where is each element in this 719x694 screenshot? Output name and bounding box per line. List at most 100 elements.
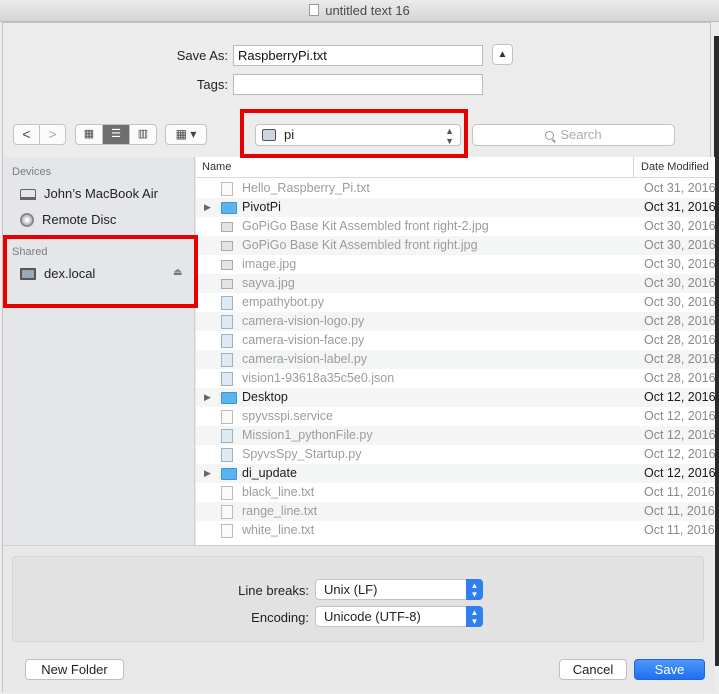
- disclosure-triangle-icon[interactable]: ▶: [204, 464, 211, 483]
- cancel-button[interactable]: Cancel: [559, 659, 627, 680]
- search-placeholder: Search: [560, 127, 602, 142]
- text-file-icon: [221, 486, 233, 500]
- line-breaks-value: Unix (LF): [324, 582, 378, 597]
- column-header-name[interactable]: Name: [202, 157, 231, 178]
- search-icon: [545, 131, 555, 140]
- updown-arrows-icon: ▲ ▼: [466, 579, 483, 600]
- python-file-icon: [221, 353, 233, 367]
- file-name: spyvsspi.service: [242, 409, 333, 423]
- file-date: Oct 11, 2016: [644, 504, 715, 518]
- folder-row[interactable]: ▶ PivotPi Oct 31, 2016: [196, 198, 715, 217]
- image-file-icon: [221, 222, 233, 232]
- file-date: Oct 28, 2016: [644, 333, 715, 347]
- icon-view-icon[interactable]: ▦: [76, 125, 103, 144]
- file-name: camera-vision-face.py: [242, 333, 365, 347]
- python-file-icon: [221, 334, 233, 348]
- file-date: Oct 28, 2016: [644, 371, 715, 385]
- file-date: Oct 11, 2016: [644, 485, 715, 499]
- sidebar-item-macbook[interactable]: John’s MacBook Air: [20, 184, 158, 204]
- arrange-button[interactable]: ▦ ▾: [165, 124, 207, 145]
- file-row[interactable]: black_line.txt Oct 11, 2016: [196, 483, 715, 502]
- file-row[interactable]: camera-vision-logo.py Oct 28, 2016: [196, 312, 715, 331]
- file-row[interactable]: sayva.jpg Oct 30, 2016: [196, 274, 715, 293]
- file-date: Oct 12, 2016: [644, 428, 715, 442]
- file-date: Oct 30, 2016: [644, 295, 715, 309]
- document-icon: [309, 4, 320, 16]
- file-name: camera-vision-label.py: [242, 352, 368, 366]
- disc-icon: [20, 213, 34, 227]
- file-row[interactable]: empathybot.py Oct 30, 2016: [196, 293, 715, 312]
- tags-field[interactable]: [233, 74, 483, 95]
- file-row[interactable]: image.jpg Oct 30, 2016: [196, 255, 715, 274]
- save-as-field[interactable]: RaspberryPi.txt: [233, 45, 483, 66]
- file-row[interactable]: spyvsspi.service Oct 12, 2016: [196, 407, 715, 426]
- image-file-icon: [221, 279, 233, 289]
- file-row[interactable]: white_line.txt Oct 11, 2016: [196, 521, 715, 540]
- column-header-date[interactable]: Date Modified: [633, 157, 715, 178]
- window-title: untitled text 16: [325, 3, 410, 18]
- list-view-icon[interactable]: ☰: [103, 125, 130, 144]
- file-date: Oct 12, 2016: [644, 409, 715, 423]
- file-name: GoPiGo Base Kit Assembled front right.jp…: [242, 238, 478, 252]
- file-row[interactable]: SpyvsSpy_Startup.py Oct 12, 2016: [196, 445, 715, 464]
- file-name: image.jpg: [242, 257, 297, 271]
- file-name: white_line.txt: [242, 523, 315, 537]
- file-date: Oct 11, 2016: [644, 523, 715, 537]
- new-folder-button[interactable]: New Folder: [25, 659, 124, 680]
- file-date: Oct 30, 2016: [644, 276, 715, 290]
- line-breaks-label: Line breaks:: [238, 583, 309, 598]
- file-date: Oct 30, 2016: [644, 238, 715, 252]
- json-file-icon: [221, 372, 233, 386]
- file-name: Desktop: [242, 390, 288, 404]
- file-date: Oct 30, 2016: [644, 219, 715, 233]
- file-date: Oct 12, 2016: [644, 466, 715, 480]
- file-row[interactable]: range_line.txt Oct 11, 2016: [196, 502, 715, 521]
- save-as-label: Save As:: [176, 48, 228, 63]
- file-row[interactable]: GoPiGo Base Kit Assembled front right.jp…: [196, 236, 715, 255]
- laptop-icon: [20, 188, 36, 200]
- search-field[interactable]: Search: [472, 124, 675, 146]
- file-row[interactable]: camera-vision-label.py Oct 28, 2016: [196, 350, 715, 369]
- file-name: Mission1_pythonFile.py: [242, 428, 373, 442]
- file-name: GoPiGo Base Kit Assembled front right-2.…: [242, 219, 489, 233]
- python-file-icon: [221, 296, 233, 310]
- folder-icon: [221, 468, 237, 480]
- line-breaks-popup[interactable]: Unix (LF) ▲ ▼: [315, 579, 483, 600]
- view-mode-selector: ▦ ☰ ▥: [75, 124, 157, 145]
- text-file-icon: [221, 182, 233, 196]
- file-row[interactable]: camera-vision-face.py Oct 28, 2016: [196, 331, 715, 350]
- folder-icon: [221, 202, 237, 214]
- sidebar-item-remote-disc[interactable]: Remote Disc: [20, 210, 116, 230]
- forward-button[interactable]: >: [40, 125, 65, 144]
- file-date: Oct 30, 2016: [644, 257, 715, 271]
- file-name: di_update: [242, 466, 297, 480]
- tags-label: Tags:: [196, 77, 228, 92]
- file-row[interactable]: Hello_Raspberry_Pi.txt Oct 31, 2016: [196, 179, 715, 198]
- file-row[interactable]: Mission1_pythonFile.py Oct 12, 2016: [196, 426, 715, 445]
- updown-arrows-icon: ▲ ▼: [466, 606, 483, 627]
- python-file-icon: [221, 429, 233, 443]
- image-file-icon: [221, 260, 233, 270]
- save-button[interactable]: Save: [634, 659, 705, 680]
- file-name: SpyvsSpy_Startup.py: [242, 447, 362, 461]
- python-file-icon: [221, 315, 233, 329]
- disclosure-triangle-icon[interactable]: ▶: [204, 198, 211, 217]
- file-row[interactable]: GoPiGo Base Kit Assembled front right-2.…: [196, 217, 715, 236]
- disclosure-triangle-icon[interactable]: ▶: [204, 388, 211, 407]
- file-date: Oct 12, 2016: [644, 390, 715, 404]
- encoding-popup[interactable]: Unicode (UTF-8) ▲ ▼: [315, 606, 483, 627]
- arrange-icon: ▦ ▾: [175, 127, 197, 141]
- text-file-icon: [221, 410, 233, 424]
- file-date: Oct 12, 2016: [644, 447, 715, 461]
- folder-row[interactable]: ▶ di_update Oct 12, 2016: [196, 464, 715, 483]
- file-date: Oct 31, 2016: [644, 181, 715, 195]
- file-row[interactable]: vision1-93618a35c5e0.json Oct 28, 2016: [196, 369, 715, 388]
- list-header: Name Date Modified: [196, 157, 715, 178]
- file-name: camera-vision-logo.py: [242, 314, 365, 328]
- collapse-toggle-button[interactable]: ▲: [492, 44, 513, 65]
- column-view-icon[interactable]: ▥: [130, 125, 156, 144]
- file-name: range_line.txt: [242, 504, 318, 518]
- back-button[interactable]: <: [14, 125, 40, 144]
- folder-row[interactable]: ▶ Desktop Oct 12, 2016: [196, 388, 715, 407]
- file-name: sayva.jpg: [242, 276, 295, 290]
